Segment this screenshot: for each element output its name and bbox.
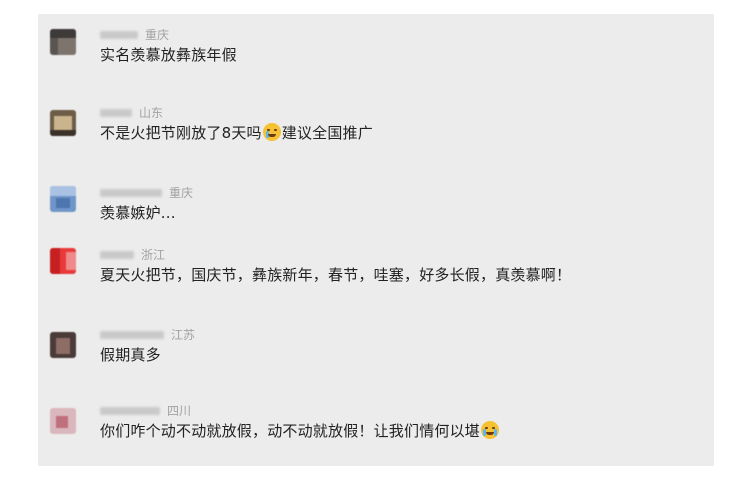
username-blurred[interactable] (100, 108, 132, 117)
comment-meta: 重庆 (100, 24, 169, 42)
crying-face-icon (262, 123, 281, 141)
username-blurred[interactable] (100, 250, 134, 259)
comment-text: 实名羡慕放彝族年假 (100, 46, 237, 64)
comment-text-part: 建议全国推广 (281, 124, 373, 142)
comment-text: 夏天火把节，国庆节，彝族新年，春节，哇塞，好多长假，真羡慕啊！ (100, 266, 572, 284)
comment-meta: 重庆 (100, 182, 193, 200)
user-avatar[interactable] (50, 110, 76, 136)
username-blurred[interactable] (100, 330, 164, 339)
comment-meta: 四川 (100, 400, 191, 418)
user-region: 重庆 (169, 186, 194, 200)
loudly-crying-face-icon (481, 421, 500, 439)
user-region: 江苏 (171, 328, 196, 342)
user-avatar[interactable] (50, 29, 76, 55)
username-blurred[interactable] (100, 406, 160, 415)
comment-list: 重庆 实名羡慕放彝族年假 山东 不是火把节刚放了8天吗 建议全国推广 重庆 羡慕嫉… (38, 14, 714, 466)
user-avatar[interactable] (50, 186, 76, 212)
comment-text: 羡慕嫉妒... (100, 204, 176, 222)
username-blurred[interactable] (100, 30, 138, 39)
user-region: 浙江 (141, 248, 166, 262)
user-avatar[interactable] (50, 408, 76, 434)
user-region: 山东 (139, 106, 164, 120)
comment-text-part: 不是火把节刚放了8天吗 (100, 124, 262, 142)
user-region: 四川 (167, 404, 192, 418)
comment-text-part: 你们咋个动不动就放假，动不动就放假！让我们情何以堪 (100, 422, 481, 440)
comment-text: 假期真多 (100, 346, 161, 364)
comment-text: 不是火把节刚放了8天吗 建议全国推广 (100, 122, 373, 143)
username-blurred[interactable] (100, 188, 162, 197)
user-avatar[interactable] (50, 332, 76, 358)
user-region: 重庆 (145, 28, 170, 42)
comment-meta: 浙江 (100, 244, 165, 262)
user-avatar[interactable] (50, 248, 76, 274)
comment-text: 你们咋个动不动就放假，动不动就放假！让我们情何以堪 (100, 420, 500, 441)
comment-meta: 山东 (100, 102, 163, 120)
comment-meta: 江苏 (100, 324, 195, 342)
